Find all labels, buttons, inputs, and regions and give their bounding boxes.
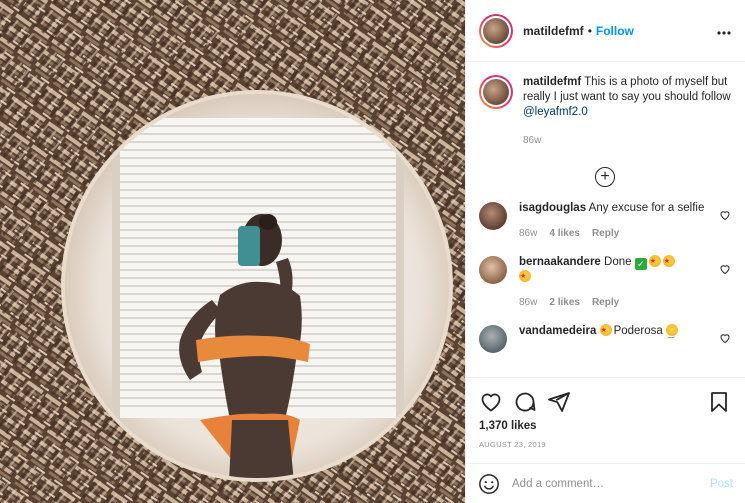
separator-dot: • [587,23,592,38]
smile-emoji-icon [666,324,678,341]
header-username[interactable]: matildefmf [523,24,584,38]
bookmark-icon[interactable] [707,390,731,414]
caption-username[interactable]: matildefmf [523,76,581,88]
post-header: matildefmf • Follow [466,0,745,62]
comment-avatar[interactable] [479,202,507,230]
selfie-image [0,0,465,503]
comment-meta: 86w 2 likes Reply [519,295,709,310]
caption-avatar[interactable] [479,75,513,109]
caption: matildefmf This is a photo of myself but… [479,75,731,148]
instagram-post: matildefmf • Follow matildefmf This is a… [0,0,745,503]
comment-username[interactable]: isagdouglas [519,202,586,214]
comment-body: bernaakandere Done ✓ 86w 2 likes Reply [519,254,709,310]
caption-mention[interactable]: @leyafmf2.0 [523,106,588,118]
comment-time[interactable]: 86w [519,295,537,310]
reply-button[interactable]: Reply [592,295,619,310]
reply-button[interactable]: Reply [592,226,619,241]
load-more: + [479,167,731,187]
comment-body: vandamedeira Poderosa [519,323,709,353]
comment-avatar[interactable] [479,325,507,353]
heart-icon[interactable] [719,332,731,344]
star-struck-emoji-icon [519,269,531,284]
comment-meta: 86w 4 likes Reply [519,226,709,241]
heart-icon[interactable] [719,209,731,221]
avatar[interactable] [479,13,513,48]
share-icon[interactable] [547,390,571,414]
comment-body: isagdouglas Any excuse for a selfie 86w … [519,201,709,241]
star-struck-emoji-icon [662,254,675,269]
post-sidebar: matildefmf • Follow matildefmf This is a… [465,0,745,503]
comment-time[interactable]: 86w [519,226,537,241]
post-button[interactable]: Post [710,478,733,490]
comment-text: Poderosa [613,325,663,337]
comment-item: vandamedeira Poderosa [479,323,731,353]
more-icon[interactable] [717,22,731,40]
post-date[interactable]: AUGUST 23, 2019 [466,432,745,449]
comment-icon[interactable] [513,390,537,414]
add-comment-bar: Post [466,463,745,503]
follow-button[interactable]: Follow [596,24,634,38]
check-emoji-icon: ✓ [634,258,647,270]
plus-circle-icon[interactable]: + [595,167,615,187]
action-bar [466,378,745,416]
comment-text: Done [604,256,632,268]
heart-icon[interactable] [719,263,731,275]
post-actions-area: 1,370 likes AUGUST 23, 2019 Post [466,377,745,503]
comment-username[interactable]: bernaakandere [519,256,601,268]
likes-count[interactable]: 1,370 likes [466,416,745,432]
comment-item: isagdouglas Any excuse for a selfie 86w … [479,201,731,241]
star-struck-emoji-icon [648,254,661,269]
comment-item: bernaakandere Done ✓ 86w 2 likes Reply [479,254,731,310]
comment-username[interactable]: vandamedeira [519,325,596,337]
post-photo[interactable] [0,0,465,503]
comment-likes[interactable]: 2 likes [549,295,580,310]
comment-likes[interactable]: 4 likes [549,226,580,241]
heart-icon[interactable] [479,390,503,414]
comment-input[interactable] [512,477,710,490]
smiley-icon[interactable] [478,473,500,495]
comment-avatar[interactable] [479,256,507,284]
caption-time[interactable]: 86w [523,133,731,148]
comments-list[interactable]: matildefmf This is a photo of myself but… [466,63,745,377]
comment-text: Any excuse for a selfie [588,202,705,214]
star-struck-emoji-icon [599,323,612,338]
caption-body: matildefmf This is a photo of myself but… [523,75,731,148]
